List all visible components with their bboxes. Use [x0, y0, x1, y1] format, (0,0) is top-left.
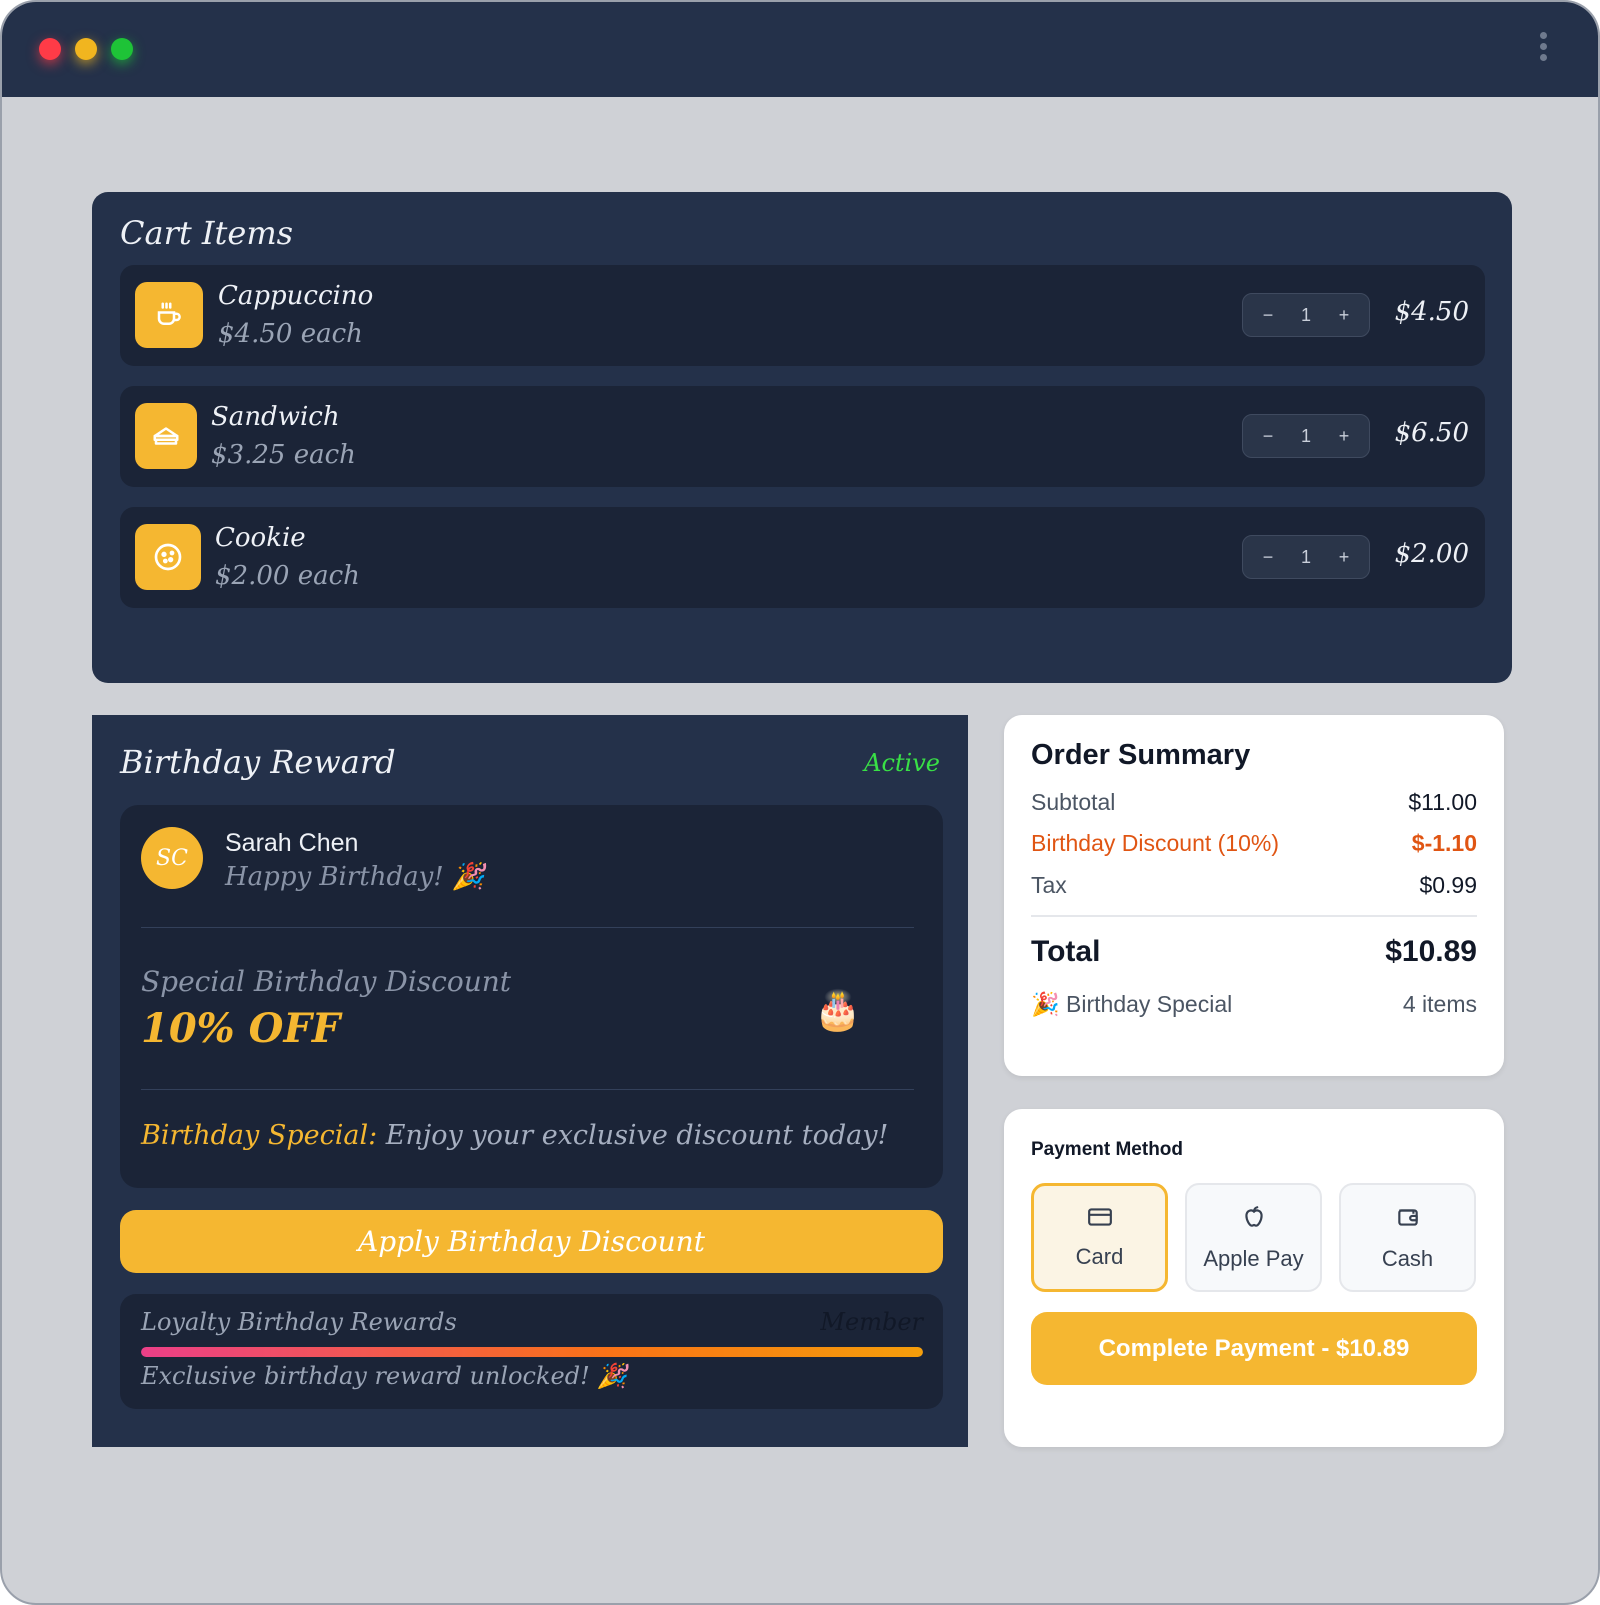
apple-icon	[1241, 1204, 1267, 1236]
birthday-greeting: Happy Birthday! 🎉	[225, 862, 485, 892]
cookie-icon	[135, 524, 201, 590]
quantity-value: 1	[1300, 304, 1311, 325]
discount-row: Birthday Discount (10%) $-1.10	[1031, 830, 1477, 857]
loyalty-tier: Member	[820, 1308, 923, 1336]
loyalty-progress-bar	[141, 1347, 923, 1357]
tax-label: Tax	[1031, 872, 1067, 898]
total-row: Total $10.89	[1031, 935, 1477, 969]
items-count: 4 items	[1402, 991, 1477, 1017]
decrease-quantity-button[interactable]: −	[1257, 426, 1279, 447]
item-name: Cappuccino	[218, 281, 374, 311]
credit-card-icon	[1087, 1206, 1113, 1234]
apply-birthday-discount-button[interactable]: Apply Birthday Discount	[120, 1210, 943, 1273]
item-unit-price: $3.25 each	[211, 440, 356, 470]
complete-payment-button[interactable]: Complete Payment - $10.89	[1031, 1312, 1477, 1385]
item-total-price: $4.50	[1394, 297, 1469, 327]
item-name: Cookie	[215, 523, 306, 553]
app-window: Cart Items Cappuccino $4.50 each − 1 + $…	[0, 0, 1600, 1605]
cake-icon: 🎂	[814, 990, 862, 1032]
total-label: Total	[1031, 935, 1101, 968]
close-window-button[interactable]	[39, 38, 61, 60]
cart-panel: Cart Items Cappuccino $4.50 each − 1 + $…	[92, 192, 1512, 683]
cart-item-cappuccino: Cappuccino $4.50 each − 1 + $4.50	[120, 265, 1485, 366]
order-summary-title: Order Summary	[1031, 739, 1251, 771]
payment-method-title: Payment Method	[1031, 1139, 1184, 1160]
quantity-value: 1	[1300, 425, 1311, 446]
divider	[141, 1089, 914, 1090]
increase-quantity-button[interactable]: +	[1333, 426, 1355, 447]
payment-option-cash[interactable]: Cash	[1339, 1183, 1476, 1292]
special-text: Enjoy your exclusive discount today!	[377, 1120, 889, 1151]
cart-item-sandwich: Sandwich $3.25 each − 1 + $6.50	[120, 386, 1485, 487]
wallet-icon	[1395, 1204, 1421, 1236]
minimize-window-button[interactable]	[75, 38, 97, 60]
loyalty-title: Loyalty Birthday Rewards	[141, 1308, 457, 1336]
payment-option-label: Cash	[1381, 1245, 1434, 1271]
customer-name: Sarah Chen	[225, 829, 359, 857]
discount-value: $-1.10	[1411, 830, 1477, 856]
tax-value: $0.99	[1419, 872, 1477, 898]
loyalty-progress-fill	[141, 1347, 923, 1357]
quantity-stepper: − 1 +	[1242, 535, 1370, 579]
special-key: Birthday Special:	[141, 1120, 378, 1151]
quantity-stepper: − 1 +	[1242, 293, 1370, 337]
status-badge: Active	[864, 749, 940, 777]
cart-item-cookie: Cookie $2.00 each − 1 + $2.00	[120, 507, 1485, 608]
divider	[141, 927, 914, 928]
discount-label: Birthday Discount (10%)	[1031, 830, 1279, 856]
more-options-icon[interactable]	[1540, 32, 1548, 64]
loyalty-message: Exclusive birthday reward unlocked! 🎉	[141, 1362, 628, 1390]
item-total-price: $2.00	[1394, 539, 1469, 569]
item-unit-price: $4.50 each	[218, 319, 363, 349]
order-summary-panel: Order Summary Subtotal $11.00 Birthday D…	[1004, 715, 1504, 1076]
avatar: SC	[141, 827, 203, 889]
decrease-quantity-button[interactable]: −	[1257, 547, 1279, 568]
payment-option-card[interactable]: Card	[1031, 1183, 1168, 1292]
payment-option-apple-pay[interactable]: Apple Pay	[1185, 1183, 1322, 1292]
tax-row: Tax $0.99	[1031, 872, 1477, 899]
subtotal-label: Subtotal	[1031, 789, 1116, 815]
subtotal-row: Subtotal $11.00	[1031, 789, 1477, 816]
quantity-value: 1	[1300, 546, 1311, 567]
quantity-stepper: − 1 +	[1242, 414, 1370, 458]
increase-quantity-button[interactable]: +	[1333, 547, 1355, 568]
total-value: $10.89	[1385, 935, 1477, 968]
birthday-special-label: 🎉 Birthday Special	[1031, 991, 1233, 1017]
birthday-reward-title: Birthday Reward	[120, 743, 396, 781]
title-bar	[2, 2, 1598, 97]
birthday-reward-panel: Birthday Reward Active SC Sarah Chen Hap…	[92, 715, 968, 1447]
birthday-card: SC Sarah Chen Happy Birthday! 🎉 Special …	[120, 805, 943, 1188]
birthday-special-note: Birthday Special: Enjoy your exclusive d…	[141, 1120, 888, 1151]
item-name: Sandwich	[211, 402, 340, 432]
sandwich-icon	[135, 403, 197, 469]
item-total-price: $6.50	[1394, 418, 1469, 448]
maximize-window-button[interactable]	[111, 38, 133, 60]
cart-title: Cart Items	[120, 214, 294, 252]
loyalty-rewards-card: Loyalty Birthday Rewards Member Exclusiv…	[120, 1294, 943, 1409]
payment-method-panel: Payment Method Card Apple Pay Cash Compl…	[1004, 1109, 1504, 1447]
payment-option-label: Card	[1075, 1243, 1124, 1269]
discount-value: 10% OFF	[141, 1005, 341, 1052]
summary-footer: 🎉 Birthday Special 4 items	[1031, 991, 1477, 1018]
coffee-cup-icon	[135, 282, 203, 348]
divider	[1031, 915, 1477, 917]
item-unit-price: $2.00 each	[215, 561, 360, 591]
discount-label: Special Birthday Discount	[141, 965, 512, 998]
increase-quantity-button[interactable]: +	[1333, 305, 1355, 326]
subtotal-value: $11.00	[1408, 789, 1477, 815]
decrease-quantity-button[interactable]: −	[1257, 305, 1279, 326]
payment-option-label: Apple Pay	[1203, 1245, 1304, 1271]
